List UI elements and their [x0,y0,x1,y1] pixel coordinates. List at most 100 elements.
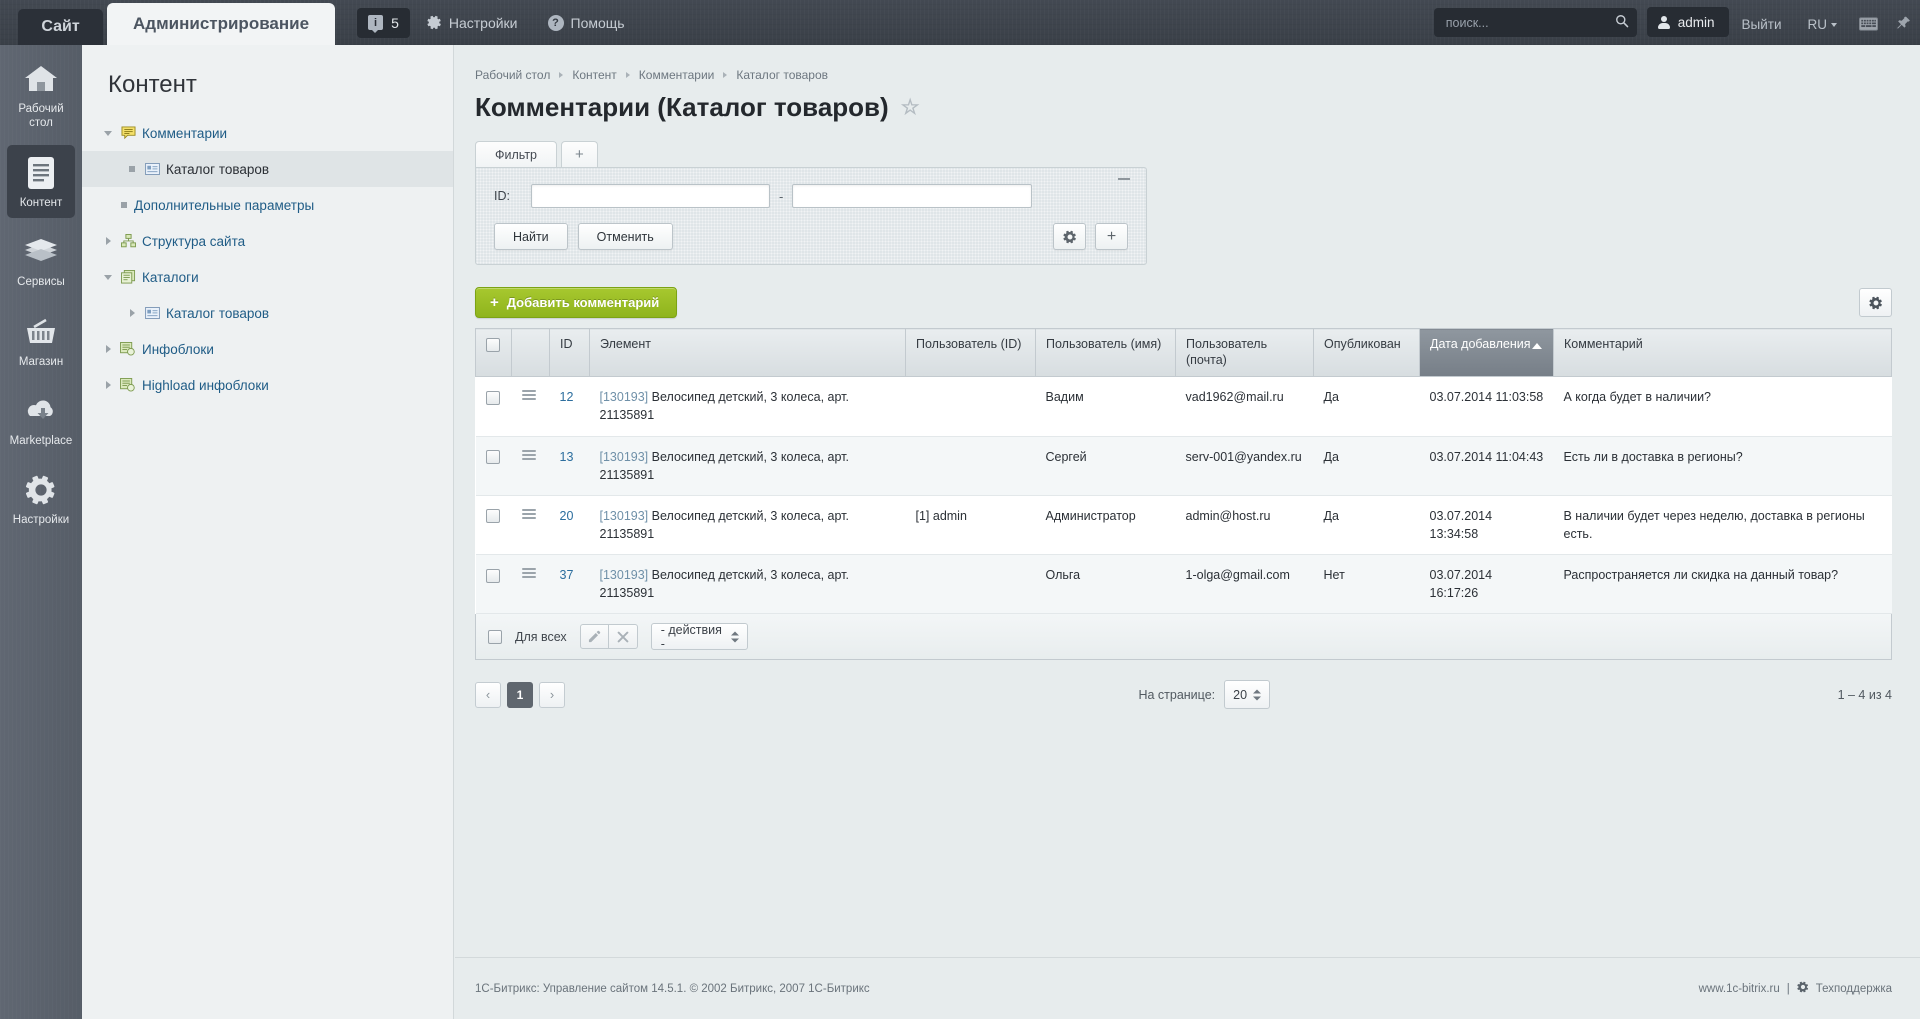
filter-id-to-input[interactable] [792,184,1033,208]
th-select-all[interactable] [475,327,512,378]
tab-site[interactable]: Сайт [18,9,103,45]
row-checkbox-cell[interactable] [475,554,512,615]
table-row[interactable]: 13 [130193] Велосипед детский, 3 колеса,… [475,436,1892,496]
chevron-right-icon[interactable] [100,381,116,389]
row-checkbox[interactable] [485,390,500,405]
search-icon[interactable] [1615,14,1629,31]
chevron-right-icon[interactable] [100,237,116,245]
search-input[interactable] [1445,15,1615,30]
per-page-select[interactable]: 20 [1224,680,1271,710]
page-prev-button[interactable]: ‹ [475,681,501,708]
row-menu-cell[interactable] [511,376,550,437]
chevron-down-icon[interactable] [100,130,116,136]
tab-administration[interactable]: Администрирование [107,3,336,45]
chevron-down-icon[interactable] [100,274,116,280]
filter-tabs: Фильтр + [475,141,1147,167]
chevron-right-icon[interactable] [124,309,140,317]
page-next-button[interactable]: › [539,681,565,708]
filter-settings-button[interactable] [1053,223,1086,250]
th-published[interactable]: Опубликован [1313,327,1420,378]
breadcrumb-item-comments[interactable]: Комментарии [639,68,715,82]
delete-selected-button[interactable] [608,624,638,650]
th-comment[interactable]: Комментарий [1553,327,1892,378]
rail-item-marketplace[interactable]: Marketplace [7,383,75,456]
table-row[interactable]: 37 [130193] Велосипед детский, 3 колеса,… [475,554,1892,615]
row-date-cell: 03.07.2014 13:34:58 [1419,495,1554,556]
th-user-name[interactable]: Пользователь (имя) [1035,327,1176,378]
filter-find-button[interactable]: Найти [494,223,568,250]
filter-cancel-button[interactable]: Отменить [577,223,673,250]
row-checkbox-cell[interactable] [475,495,512,556]
th-element[interactable]: Элемент [589,327,906,378]
minus-icon[interactable] [1118,178,1130,180]
th-user-id[interactable]: Пользователь (ID) [905,327,1036,378]
grid-settings-button[interactable] [1859,288,1892,317]
row-menu-cell[interactable] [511,436,550,496]
select-all-checkbox[interactable] [486,337,500,352]
th-user-mail[interactable]: Пользователь (почта) [1175,327,1314,378]
header-settings-link[interactable]: Настройки [414,8,531,38]
row-id-link[interactable]: 13 [560,450,574,464]
filter-add-button[interactable]: + [1095,223,1128,250]
tree-item-comments[interactable]: Комментарии [82,115,453,151]
row-checkbox-cell[interactable] [475,376,512,437]
rail-item-services[interactable]: Сервисы [7,224,75,297]
tree-item-site-structure[interactable]: Структура сайта [82,223,453,259]
row-checkbox[interactable] [485,509,500,524]
tree-item-product-catalog-comments[interactable]: Каталог товаров [82,151,453,187]
notification-counter[interactable]: i 5 [357,7,410,38]
page-current-button[interactable]: 1 [507,681,533,708]
row-published-cell: Да [1313,436,1420,496]
breadcrumb-item-content[interactable]: Контент [572,68,616,82]
stepper-icon [730,631,739,643]
tree-item-product-catalog[interactable]: Каталог товаров [82,295,453,331]
row-id-link[interactable]: 37 [560,568,574,582]
pin-icon[interactable] [1887,15,1920,34]
tree-item-additional-params[interactable]: Дополнительные параметры [82,187,453,223]
bulk-action-select[interactable]: - действия - [650,623,748,651]
bitrix-site-link[interactable]: www.1c-bitrix.ru [1699,983,1780,995]
breadcrumb-item-desktop[interactable]: Рабочий стол [475,68,550,82]
results-count-label: 1 – 4 из 4 [1837,687,1892,702]
row-menu-icon[interactable] [521,566,536,580]
th-date-added[interactable]: Дата добавления [1419,327,1554,378]
row-menu-cell[interactable] [511,554,550,615]
support-link[interactable]: Техподдержка [1816,983,1892,995]
add-comment-button[interactable]: + Добавить комментарий [475,287,678,318]
rail-item-content[interactable]: Контент [7,144,75,219]
row-id-link[interactable]: 12 [560,390,574,404]
select-all-footer-checkbox[interactable] [488,629,502,644]
row-menu-icon[interactable] [521,448,536,462]
filter-add-tab-button[interactable]: + [561,141,598,167]
comments-grid-panel: + Добавить комментарий ID Элемент Пользо… [475,287,1892,710]
table-row[interactable]: 20 [130193] Велосипед детский, 3 колеса,… [475,495,1892,556]
header-help-link[interactable]: ? Помощь [535,8,638,38]
row-menu-icon[interactable] [521,388,536,402]
star-icon[interactable]: ☆ [901,97,920,118]
keyboard-icon[interactable] [1850,17,1887,34]
row-menu-icon[interactable] [521,507,536,521]
filter-tab[interactable]: Фильтр [475,141,557,167]
user-menu-button[interactable]: admin [1646,7,1729,37]
tree-item-catalogs[interactable]: Каталоги [82,259,453,295]
chevron-right-icon[interactable] [100,345,116,353]
edit-selected-button[interactable] [579,624,609,650]
logout-link[interactable]: Выйти [1729,17,1795,32]
search-box[interactable] [1433,8,1637,37]
breadcrumb-item-catalog[interactable]: Каталог товаров [736,68,828,82]
filter-id-from-input[interactable] [531,184,770,208]
avatar-icon [1657,15,1670,29]
table-row[interactable]: 12 [130193] Велосипед детский, 3 колеса,… [475,376,1892,437]
row-checkbox[interactable] [485,450,500,465]
language-switcher[interactable]: RU [1795,17,1851,32]
row-menu-cell[interactable] [511,495,550,556]
tree-item-highload-infoblocks[interactable]: Highload инфоблоки [82,367,453,403]
rail-item-desktop[interactable]: Рабочий стол [7,51,75,139]
rail-item-shop[interactable]: Магазин [7,304,75,377]
tree-item-infoblocks[interactable]: Инфоблоки [82,331,453,367]
row-checkbox-cell[interactable] [475,436,512,496]
rail-item-settings[interactable]: Настройки [7,462,75,535]
row-checkbox[interactable] [485,568,500,583]
th-id[interactable]: ID [549,327,590,378]
row-id-link[interactable]: 20 [560,509,574,523]
